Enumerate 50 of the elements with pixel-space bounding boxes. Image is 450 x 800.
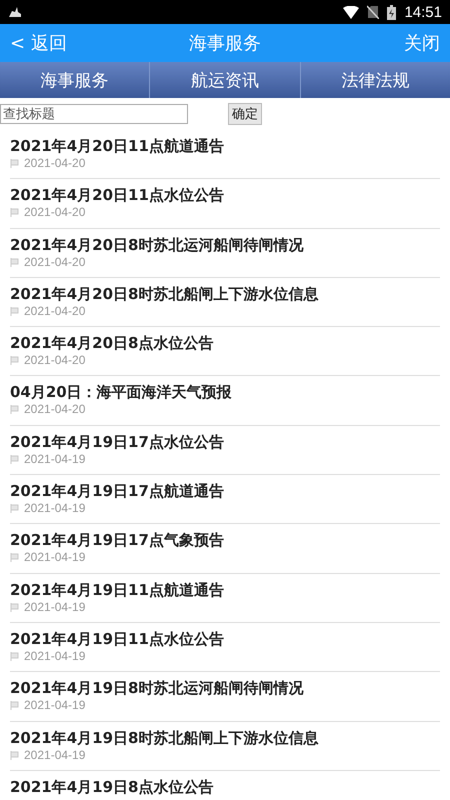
news-title[interactable]: 2021年4月19日17点气象预告 — [10, 531, 224, 550]
no-sim-icon — [367, 5, 380, 19]
news-date: 2021-04-20 — [24, 205, 86, 220]
news-title[interactable]: 2021年4月19日8时苏北船闸上下游水位信息 — [10, 728, 318, 747]
page-title: 海事服务 — [188, 32, 262, 55]
news-date: 2021-04-19 — [24, 748, 86, 763]
news-title[interactable]: 2021年4月20日8时苏北船闸上下游水位信息 — [10, 284, 318, 303]
news-date: 2021-04-20 — [24, 156, 86, 171]
clock-time: 14:51 — [404, 4, 442, 20]
flag-icon — [10, 405, 19, 414]
news-title[interactable]: 04月20日：海平面海洋天气预报 — [10, 383, 232, 402]
tab[interactable]: 航运资讯 — [150, 62, 301, 98]
news-date: 2021-04-20 — [24, 304, 86, 319]
flag-icon — [10, 602, 19, 612]
news-date: 2021-04-20 — [24, 254, 86, 270]
news-title[interactable]: 2021年4月19日17点水位公告 — [10, 432, 224, 451]
news-title[interactable]: 2021年4月20日8点水位公告 — [10, 334, 214, 352]
flag-icon — [10, 652, 19, 661]
news-title[interactable]: 2021年4月19日17点航道通告 — [10, 482, 224, 500]
flag-icon — [10, 454, 19, 464]
battery-icon — [387, 4, 396, 20]
confirm-button[interactable]: 确定 — [228, 103, 262, 125]
news-date: 2021-04-19 — [24, 550, 86, 566]
wifi-icon — [343, 6, 360, 18]
tab[interactable]: 海事服务 — [0, 62, 150, 98]
news-date: 2021-04-19 — [24, 452, 86, 467]
flag-icon — [10, 306, 19, 316]
news-title[interactable]: 2021年4月19日8点水位公告 — [10, 778, 214, 796]
news-date: 2021-04-20 — [24, 353, 86, 368]
flag-icon — [10, 208, 19, 218]
news-title[interactable]: 2021年4月19日8时苏北运河船闸待闸情况 — [10, 679, 304, 698]
news-title[interactable]: 2021年4月19日11点航道通告 — [10, 580, 224, 599]
flag-icon — [10, 750, 19, 760]
search-field[interactable]: 查找标题 — [0, 104, 188, 124]
flag-icon — [10, 159, 19, 168]
news-title[interactable]: 2021年4月20日8时苏北运河船闸待闸情况 — [10, 236, 304, 254]
news-title[interactable]: 2021年4月20日11点航道通告 — [10, 137, 224, 155]
flag-icon — [10, 701, 19, 710]
news-date: 2021-04-19 — [24, 600, 86, 615]
flag-icon — [10, 356, 19, 366]
news-date: 2021-04-20 — [24, 402, 86, 418]
news-date: 2021-04-19 — [24, 501, 86, 516]
flag-icon — [10, 504, 19, 514]
news-title[interactable]: 2021年4月20日11点水位公告 — [10, 186, 224, 204]
flag-icon — [10, 553, 19, 562]
news-title[interactable]: 2021年4月19日11点水位公告 — [10, 630, 224, 648]
flag-icon — [10, 258, 19, 267]
news-date: 2021-04-19 — [24, 698, 86, 714]
tab[interactable]: 法律法规 — [300, 62, 450, 98]
news-date: 2021-04-19 — [24, 648, 86, 664]
